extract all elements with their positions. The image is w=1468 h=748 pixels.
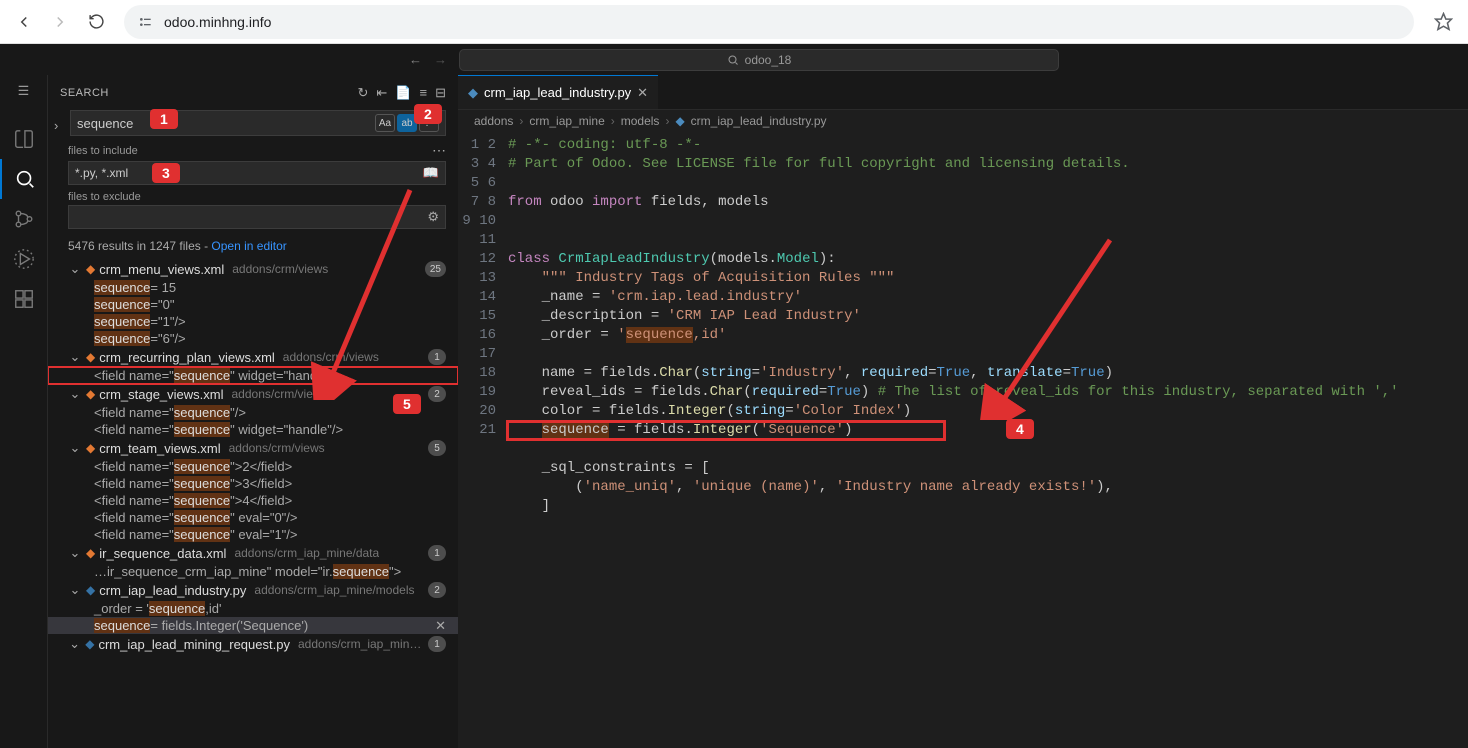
files-exclude-input[interactable] bbox=[75, 210, 427, 224]
results-summary: 5476 results in 1247 files - Open in edi… bbox=[68, 239, 446, 253]
result-match[interactable]: sequence="0" bbox=[48, 296, 458, 313]
debug-tab[interactable] bbox=[0, 239, 48, 279]
url-text: odoo.minhng.info bbox=[164, 14, 271, 30]
new-file-icon[interactable]: 📄 bbox=[395, 85, 411, 101]
search-panel: SEARCH ↻ ⇤ 📄 ≡ ⊟ › Aa ab .* files to inc… bbox=[48, 44, 458, 748]
result-file[interactable]: ⌄◆crm_menu_views.xmladdons/crm/views25 bbox=[48, 259, 458, 279]
open-in-editor-link[interactable]: Open in editor bbox=[211, 239, 286, 253]
result-match[interactable]: sequence="6"/> bbox=[48, 330, 458, 347]
result-file[interactable]: ⌄◆crm_iap_lead_industry.pyaddons/crm_iap… bbox=[48, 580, 458, 600]
editor-area: ◆ crm_iap_lead_industry.py ✕ addons› crm… bbox=[458, 44, 1468, 748]
search-input[interactable] bbox=[77, 116, 373, 131]
results-tree: ⌄◆crm_menu_views.xmladdons/crm/views25 s… bbox=[48, 259, 458, 748]
title-nav: ← → bbox=[409, 52, 447, 67]
files-exclude-label: files to exclude bbox=[68, 191, 141, 203]
clear-icon[interactable]: ⇤ bbox=[376, 85, 387, 101]
files-include-input[interactable] bbox=[75, 166, 423, 180]
match-case-button[interactable]: Aa bbox=[375, 114, 395, 132]
vscode-titlebar: ← → odoo_18 bbox=[0, 44, 1468, 75]
search-icon bbox=[727, 54, 739, 66]
tab-label: crm_iap_lead_industry.py bbox=[484, 85, 631, 100]
command-center-text: odoo_18 bbox=[745, 53, 792, 67]
activity-bar: ☰ bbox=[0, 44, 48, 748]
whole-word-button[interactable]: ab bbox=[397, 114, 417, 132]
exclude-settings-icon[interactable]: ⚙ bbox=[427, 209, 439, 225]
code-content[interactable]: # -*- coding: utf-8 -*- # Part of Odoo. … bbox=[508, 132, 1468, 748]
book-icon[interactable]: 📖 bbox=[423, 165, 439, 181]
refresh-icon[interactable]: ↻ bbox=[358, 85, 369, 101]
collapse-all-icon[interactable]: ⊟ bbox=[435, 85, 446, 101]
panel-title: SEARCH bbox=[60, 87, 109, 99]
toggle-replace-icon[interactable]: › bbox=[54, 110, 66, 136]
browser-toolbar: odoo.minhng.info bbox=[0, 0, 1468, 44]
result-match[interactable]: sequence= 15 bbox=[48, 279, 458, 296]
forward-button[interactable] bbox=[44, 6, 76, 38]
result-match[interactable]: <field name="sequence">2</field> bbox=[48, 458, 458, 475]
result-match[interactable]: sequence="1"/> bbox=[48, 313, 458, 330]
result-match[interactable]: <field name="sequence" widget="handle"/> bbox=[48, 367, 458, 384]
breadcrumbs[interactable]: addons› crm_iap_mine› models› ◆crm_iap_l… bbox=[458, 110, 1468, 132]
result-match[interactable]: <field name="sequence">4</field> bbox=[48, 492, 458, 509]
result-file[interactable]: ⌄◆crm_recurring_plan_views.xmladdons/crm… bbox=[48, 347, 458, 367]
result-match[interactable]: sequence = fields.Integer('Sequence')✕ bbox=[48, 617, 458, 634]
result-match[interactable]: <field name="sequence">3</field> bbox=[48, 475, 458, 492]
extensions-tab[interactable] bbox=[0, 279, 48, 319]
address-bar[interactable]: odoo.minhng.info bbox=[124, 5, 1414, 39]
close-icon[interactable]: ✕ bbox=[435, 618, 446, 634]
result-file[interactable]: ⌄◆crm_stage_views.xmladdons/crm/views2 bbox=[48, 384, 458, 404]
result-match[interactable]: <field name="sequence" eval="1"/> bbox=[48, 526, 458, 543]
result-match[interactable]: <field name="sequence" eval="0"/> bbox=[48, 509, 458, 526]
files-include-label: files to include bbox=[68, 145, 138, 157]
title-back-icon[interactable]: ← bbox=[409, 52, 422, 67]
result-match[interactable]: _order = 'sequence,id' bbox=[48, 600, 458, 617]
menu-button[interactable]: ☰ bbox=[18, 83, 30, 107]
scm-tab[interactable] bbox=[0, 199, 48, 239]
reload-button[interactable] bbox=[80, 6, 112, 38]
result-file[interactable]: ⌄◆crm_team_views.xmladdons/crm/views5 bbox=[48, 438, 458, 458]
back-button[interactable] bbox=[8, 6, 40, 38]
result-match[interactable]: <field name="sequence"/> bbox=[48, 404, 458, 421]
search-tab[interactable] bbox=[0, 159, 48, 199]
editor-tab[interactable]: ◆ crm_iap_lead_industry.py ✕ bbox=[458, 75, 658, 109]
python-icon: ◆ bbox=[468, 85, 478, 101]
result-file[interactable]: ⌄◆ir_sequence_data.xmladdons/crm_iap_min… bbox=[48, 543, 458, 563]
line-gutter: 1 2 3 4 5 6 7 8 9 10 11 12 13 14 15 16 1… bbox=[458, 132, 508, 748]
tabs-row: ◆ crm_iap_lead_industry.py ✕ bbox=[458, 75, 1468, 110]
more-options-icon[interactable]: ⋯ bbox=[432, 142, 446, 159]
view-tree-icon[interactable]: ≡ bbox=[420, 85, 428, 101]
result-file[interactable]: ⌄◆crm_iap_lead_mining_request.pyaddons/c… bbox=[48, 634, 458, 654]
explorer-tab[interactable] bbox=[0, 119, 48, 159]
result-match[interactable]: …ir_sequence_crm_iap_mine" model="ir.seq… bbox=[48, 563, 458, 580]
command-center[interactable]: odoo_18 bbox=[459, 49, 1059, 71]
bookmark-button[interactable] bbox=[1426, 5, 1460, 39]
result-match[interactable]: <field name="sequence" widget="handle"/> bbox=[48, 421, 458, 438]
code-editor[interactable]: 1 2 3 4 5 6 7 8 9 10 11 12 13 14 15 16 1… bbox=[458, 132, 1468, 748]
site-settings-icon[interactable] bbox=[138, 14, 154, 30]
regex-button[interactable]: .* bbox=[419, 114, 439, 132]
title-forward-icon[interactable]: → bbox=[434, 52, 447, 67]
close-icon[interactable]: ✕ bbox=[637, 85, 648, 101]
